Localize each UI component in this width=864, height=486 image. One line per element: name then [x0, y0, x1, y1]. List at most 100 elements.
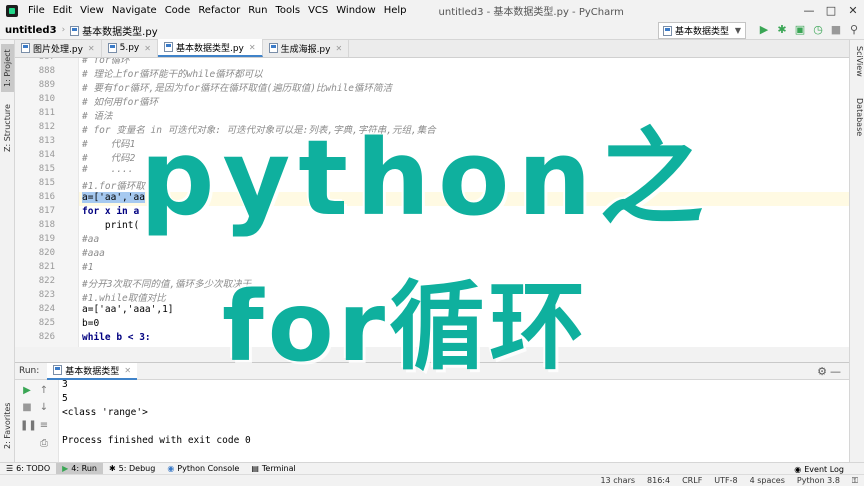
- stop-icon[interactable]: ■: [830, 23, 842, 36]
- menu-edit[interactable]: Edit: [49, 5, 76, 16]
- code-line: # for循环: [82, 58, 130, 66]
- run-icon: ▶: [62, 464, 69, 473]
- terminal-icon: ▤: [251, 464, 259, 473]
- line-number: 821: [38, 262, 55, 272]
- editor-tab-image-processing[interactable]: 图片处理.py ✕: [15, 39, 102, 57]
- minimize-icon[interactable]: —: [798, 0, 820, 21]
- line-number: 810: [38, 94, 55, 104]
- menu-file[interactable]: File: [24, 5, 49, 16]
- rerun-icon[interactable]: ▶: [20, 385, 34, 396]
- run-icon[interactable]: ▶: [758, 23, 770, 36]
- minimize-icon[interactable]: —: [830, 365, 841, 378]
- window-controls: — □ ✕: [798, 0, 864, 21]
- menu-run[interactable]: Run: [244, 5, 271, 16]
- line-number: 889: [38, 80, 55, 90]
- right-tool-strip: SciView Database: [849, 40, 864, 462]
- code-line-selected: a=['aa','aa: [82, 192, 145, 203]
- profile-icon[interactable]: ◷: [812, 23, 824, 36]
- line-number: 812: [38, 122, 55, 132]
- code-line: for x in a: [82, 206, 140, 217]
- run-tab[interactable]: 基本数据类型 ✕: [47, 362, 138, 380]
- status-bar: 13 chars 816:4 CRLF UTF-8 4 spaces Pytho…: [0, 474, 864, 486]
- editor-tab-label: 生成海报.py: [280, 44, 331, 55]
- line-number: 819: [38, 234, 55, 244]
- code-line: # ....: [82, 164, 134, 175]
- code-line: #1.while取值对比: [82, 293, 166, 304]
- event-log-icon: ◉: [794, 464, 802, 474]
- tool-tab-run[interactable]: ▶ 4: Run: [56, 462, 103, 475]
- debug-icon: ✱: [108, 464, 116, 473]
- code-line: #1.for循环取: [82, 181, 145, 192]
- status-encoding[interactable]: UTF-8: [708, 476, 743, 485]
- down-arrow-icon[interactable]: ↓: [37, 402, 51, 413]
- close-icon[interactable]: ✕: [249, 43, 256, 52]
- close-icon[interactable]: ✕: [335, 44, 342, 53]
- tool-tab-structure[interactable]: Z: Structure: [1, 102, 14, 154]
- up-arrow-icon[interactable]: ↑: [37, 385, 51, 396]
- run-config-dropdown[interactable]: 基本数据类型 ▼: [658, 22, 746, 39]
- line-number: 814: [38, 150, 55, 160]
- left-tool-strip: 1: Project Z: Structure 2: Favorites: [0, 40, 15, 462]
- debug-icon[interactable]: ✱: [776, 23, 788, 36]
- tool-tab-label: Python Console: [177, 464, 240, 473]
- tool-tab-debug[interactable]: ✱ 5: Debug: [103, 463, 161, 475]
- tool-tab-favorites[interactable]: 2: Favorites: [1, 398, 14, 454]
- pause-icon[interactable]: ❚❚: [20, 420, 37, 431]
- tool-tab-database[interactable]: Database: [851, 98, 864, 144]
- close-icon[interactable]: ✕: [842, 0, 864, 21]
- breadcrumb-file[interactable]: 基本数据类型.py: [65, 23, 162, 38]
- stop-icon[interactable]: ■: [20, 402, 34, 413]
- menu-help[interactable]: Help: [380, 5, 411, 16]
- line-number: 822: [38, 276, 55, 286]
- coverage-icon[interactable]: ▣: [794, 23, 806, 36]
- python-console-icon: ◉: [167, 464, 175, 473]
- line-number: 811: [38, 108, 55, 118]
- tool-tab-sciview[interactable]: SciView: [851, 46, 864, 86]
- line-number: 813: [38, 136, 55, 146]
- menu-navigate[interactable]: Navigate: [108, 5, 161, 16]
- python-file-icon: [70, 25, 80, 36]
- editor-tab-label: 图片处理.py: [33, 44, 83, 55]
- menu-code[interactable]: Code: [161, 5, 195, 16]
- code-line: # 代码1: [82, 139, 136, 150]
- maximize-icon[interactable]: □: [820, 0, 842, 21]
- menu-vcs[interactable]: VCS: [304, 5, 332, 16]
- status-line-separator[interactable]: CRLF: [676, 476, 708, 485]
- gear-icon[interactable]: ⚙: [817, 365, 827, 378]
- editor-tab-5py[interactable]: 5.py ✕: [102, 39, 158, 57]
- tool-tab-label: 5: Debug: [118, 464, 156, 473]
- editor-tab-bar: 图片处理.py ✕ 5.py ✕ 基本数据类型.py ✕ 生成海报.py ✕: [15, 39, 849, 58]
- close-icon[interactable]: ✕: [144, 44, 151, 53]
- search-icon[interactable]: ⚲: [848, 23, 860, 36]
- menu-view[interactable]: View: [76, 5, 108, 16]
- breadcrumb-file-label: 基本数据类型.py: [82, 26, 158, 38]
- lock-icon[interactable]: ⚿: [846, 476, 864, 486]
- python-file-icon: [663, 25, 672, 36]
- run-panel-header: Run: 基本数据类型 ✕ ⚙ —: [15, 362, 849, 380]
- tool-tab-project[interactable]: 1: Project: [1, 44, 14, 92]
- menu-refactor[interactable]: Refactor: [194, 5, 244, 16]
- menu-tools[interactable]: Tools: [271, 5, 304, 16]
- console-output-line: 3: [62, 379, 68, 390]
- code-editor[interactable]: 887 # for循环 888 # 理论上for循环能干的while循环都可以 …: [15, 58, 849, 347]
- event-log-label: Event Log: [804, 464, 844, 474]
- print-icon[interactable]: ⎙: [37, 438, 51, 449]
- editor-tab-basic-types[interactable]: 基本数据类型.py ✕: [157, 39, 263, 57]
- soft-wrap-icon[interactable]: ≡: [37, 420, 51, 431]
- editor-tab-poster[interactable]: 生成海报.py ✕: [263, 39, 350, 57]
- tool-tab-label: 4: Run: [71, 464, 97, 473]
- tool-tab-terminal[interactable]: ▤ Terminal: [245, 463, 301, 475]
- console-output-line: 5: [62, 393, 68, 404]
- code-line: # 语法: [82, 111, 113, 122]
- status-indent[interactable]: 4 spaces: [744, 476, 791, 485]
- breadcrumb-project[interactable]: untitled3: [0, 25, 62, 36]
- python-file-icon: [107, 43, 117, 53]
- tool-tab-python-console[interactable]: ◉ Python Console: [161, 463, 245, 475]
- navigation-bar: untitled3 › 基本数据类型.py 基本数据类型 ▼ ▶ ✱ ▣ ◷ ■…: [0, 21, 864, 40]
- status-interpreter[interactable]: Python 3.8: [791, 476, 846, 485]
- menu-window[interactable]: Window: [332, 5, 379, 16]
- close-icon[interactable]: ✕: [124, 366, 131, 375]
- close-icon[interactable]: ✕: [88, 44, 95, 53]
- status-caret-position[interactable]: 816:4: [641, 476, 676, 485]
- tool-tab-todo[interactable]: ☰ 6: TODO: [0, 463, 56, 475]
